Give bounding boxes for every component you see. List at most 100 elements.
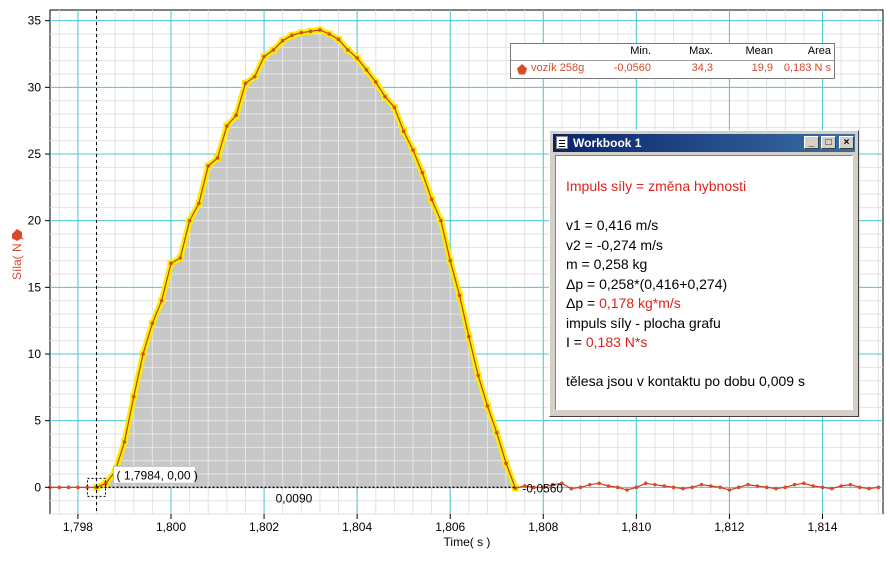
data-point	[197, 201, 201, 206]
data-point	[811, 484, 815, 488]
workbook-spacer	[566, 353, 852, 373]
x-tick-label: 1,800	[156, 520, 186, 534]
x-tick-label: 1,814	[807, 520, 837, 534]
data-point	[290, 33, 294, 38]
data-point	[774, 486, 778, 491]
cursor-readout-text: ( 1,7984, 0,00 )	[117, 468, 198, 482]
stats-header-max: Max.	[689, 45, 713, 57]
y-tick-label: 20	[28, 214, 42, 228]
data-point	[681, 486, 685, 491]
data-point	[57, 485, 62, 490]
data-point	[243, 81, 248, 86]
stats-header-area: Area	[807, 45, 831, 57]
data-point	[802, 481, 806, 486]
data-point	[494, 430, 499, 435]
data-point	[383, 94, 387, 99]
data-point	[169, 261, 173, 266]
workbook-impulse-result: I = 0,183 N*s	[566, 333, 852, 353]
data-point	[448, 258, 453, 263]
data-point	[206, 164, 211, 168]
data-point	[234, 113, 238, 118]
cursor-readout: ( 1,7984, 0,00 )	[113, 465, 198, 484]
data-point	[262, 54, 266, 59]
data-point	[662, 484, 667, 488]
interval-end-label: -0,0560	[522, 481, 563, 495]
data-point	[690, 485, 695, 490]
workbook-spacer	[566, 197, 852, 217]
data-point	[401, 129, 406, 134]
data-point	[327, 32, 332, 36]
data-point	[597, 481, 601, 486]
data-point	[625, 488, 629, 492]
workbook-impulse-text: impuls síly - plocha grafu	[566, 314, 721, 331]
y-tick-label: 30	[28, 80, 42, 94]
data-point	[355, 56, 359, 60]
data-point	[671, 485, 676, 490]
workbook-dp-result: Δp = 0,178 kg*m/s	[566, 294, 852, 314]
y-axis-label-group: Síla( N )	[10, 229, 24, 280]
y-tick-label: 10	[28, 347, 42, 361]
workbook-title: Workbook 1	[573, 136, 642, 150]
data-point	[467, 334, 471, 339]
data-point	[569, 486, 574, 491]
x-tick-label: 1,802	[249, 520, 279, 534]
data-point	[839, 484, 843, 488]
data-point	[150, 321, 155, 326]
data-point	[271, 48, 276, 52]
data-point	[178, 256, 183, 260]
data-point	[66, 485, 71, 490]
minimize-button[interactable]: _	[804, 136, 819, 149]
workbook-dp-prefix: Δp =	[566, 295, 600, 311]
stats-mean-value: 19,9	[751, 62, 773, 74]
data-point	[588, 482, 592, 487]
data-point	[76, 485, 80, 490]
data-point	[736, 485, 741, 490]
stats-max-value: 34,3	[691, 62, 713, 74]
workbook-window[interactable]: Workbook 1 _ □ × Impuls síly = změna hyb…	[549, 130, 859, 417]
stats-area-value: 0,183 N s	[783, 62, 831, 74]
data-point	[411, 148, 415, 152]
data-point	[615, 485, 620, 490]
data-point	[485, 404, 490, 408]
workbook-dp-formula: Δp = 0,258*(0,416+0,274)	[566, 275, 728, 292]
data-point	[420, 170, 425, 175]
data-point	[252, 74, 257, 79]
data-point	[280, 38, 285, 43]
y-tick-label: 35	[28, 14, 42, 28]
workbook-titlebar[interactable]: Workbook 1 _ □ ×	[553, 134, 855, 152]
data-point	[225, 124, 229, 128]
y-tick-label: 25	[28, 147, 42, 161]
data-point	[643, 481, 648, 486]
x-tick-label: 1,810	[621, 520, 651, 534]
stats-series-row[interactable]: vozík 258g -0,0560 34,3 19,9 0,183 N s	[511, 61, 834, 77]
data-point	[867, 486, 871, 491]
data-point	[429, 197, 434, 202]
data-point	[634, 485, 639, 490]
data-point	[578, 485, 583, 490]
x-tick-label: 1,812	[714, 520, 744, 534]
workbook-text-area[interactable]: Impuls síly = změna hybnosti v1 = 0,416 …	[555, 155, 853, 410]
close-button[interactable]: ×	[839, 136, 854, 149]
statistics-legend[interactable]: Min. Max. Mean Area vozík 258g -0,0560 3…	[510, 43, 835, 79]
chart-window: 1,798 1,800 1,802 1,804 1,806 1,808 1,810 1,812…	[0, 0, 890, 563]
y-tick-label: 5	[34, 414, 41, 428]
data-point	[476, 373, 480, 378]
workbook-mass: m = 0,258 kg	[566, 256, 648, 272]
x-tick-label: 1,808	[528, 520, 558, 534]
data-point	[820, 485, 825, 490]
data-point	[457, 293, 462, 298]
x-tick-label: 1,798	[63, 520, 93, 534]
stats-header-row: Min. Max. Mean Area	[511, 44, 834, 61]
series-marker-icon	[517, 64, 527, 75]
data-point	[709, 484, 713, 488]
data-point	[857, 485, 862, 490]
data-point	[699, 482, 704, 487]
data-point	[848, 482, 853, 487]
data-point	[792, 482, 797, 487]
workbook-contact: tělesa jsou v kontaktu po dobu 0,009 s	[566, 373, 805, 389]
maximize-button[interactable]: □	[821, 136, 836, 149]
data-point	[141, 352, 145, 356]
data-point	[373, 80, 378, 84]
data-point	[346, 48, 350, 52]
data-point	[215, 156, 220, 160]
